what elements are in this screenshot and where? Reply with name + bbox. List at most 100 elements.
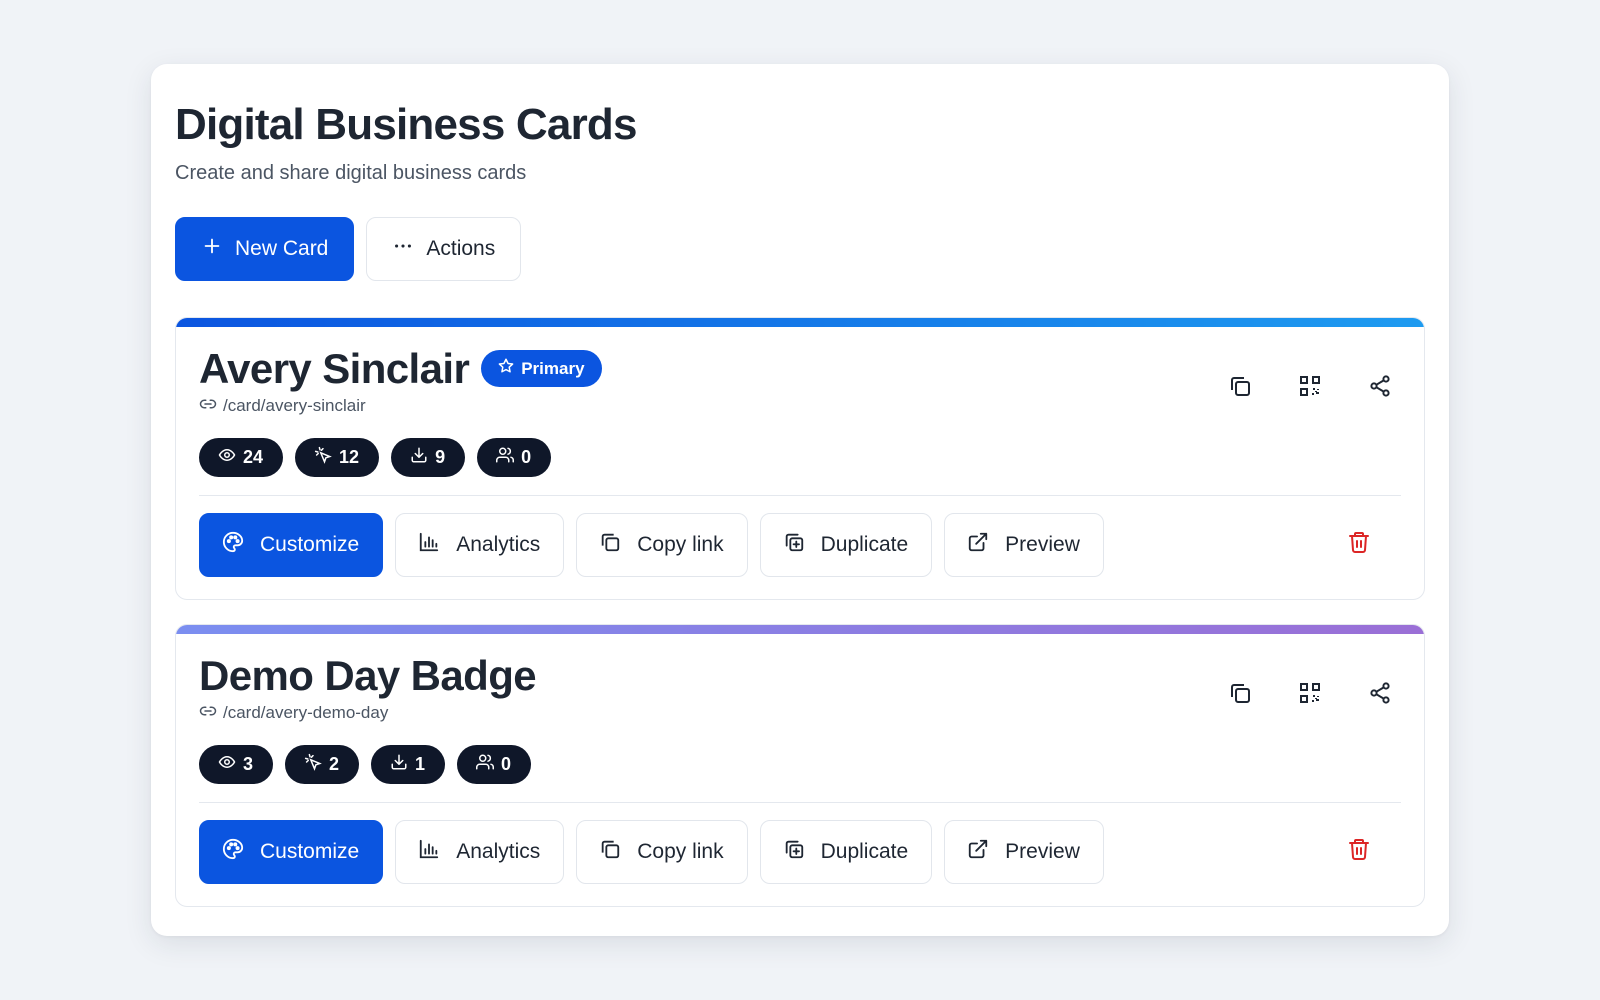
stat-clicks: 12 [295, 437, 380, 477]
users-icon [476, 753, 495, 776]
duplicate-label: Duplicate [820, 532, 909, 556]
share-icon [1368, 681, 1392, 710]
stat-clicks: 2 [285, 744, 360, 784]
customize-label: Customize [260, 532, 360, 556]
bar-chart-icon [418, 838, 440, 866]
qr-code-icon [1298, 374, 1322, 403]
click-icon [314, 446, 332, 469]
analytics-label: Analytics [456, 839, 541, 863]
eye-icon [218, 446, 236, 469]
copy-link-label: Copy link [637, 839, 724, 863]
more-horizontal-icon [392, 235, 414, 263]
copy-icon [1228, 681, 1252, 710]
primary-badge-label: Primary [521, 358, 585, 378]
stat-downloads-value: 1 [415, 753, 426, 774]
page-subtitle: Create and share digital business cards [175, 161, 527, 184]
share-icon [1368, 374, 1392, 403]
card-stats: 3 2 1 0 [199, 744, 1401, 784]
plus-icon [201, 235, 223, 263]
stat-contacts-value: 0 [521, 446, 532, 467]
external-link-icon [967, 838, 989, 866]
card-stats: 24 12 9 0 [199, 437, 1401, 477]
preview-button[interactable]: Preview [944, 819, 1104, 884]
card-actions: Customize Analytics Copy link Duplicate … [199, 819, 1401, 884]
star-icon [497, 357, 515, 380]
duplicate-icon [783, 838, 805, 866]
card-actions: Customize Analytics Copy link Duplicate … [199, 512, 1401, 577]
card-quick-actions [1222, 678, 1398, 714]
delete-button[interactable] [1339, 525, 1379, 565]
stat-clicks-value: 2 [329, 753, 340, 774]
stat-downloads: 1 [371, 744, 446, 784]
toolbar: New Card Actions [175, 216, 1425, 281]
copy-icon [599, 838, 621, 866]
bar-chart-icon [418, 531, 440, 559]
card-name: Avery Sinclair [199, 344, 470, 392]
duplicate-button[interactable]: Duplicate [759, 819, 933, 884]
stat-views-value: 24 [243, 446, 264, 467]
external-link-icon [967, 531, 989, 559]
copy-link-button[interactable]: Copy link [576, 512, 748, 577]
page-title: Digital Business Cards [175, 100, 637, 149]
trash-icon [1347, 530, 1371, 559]
card-url-text: /card/avery-demo-day [223, 703, 389, 723]
business-card-item: Demo Day Badge /card/avery-demo-day 3 2 … [175, 623, 1425, 907]
qr-code-icon [1298, 681, 1322, 710]
copy-icon [599, 531, 621, 559]
delete-button[interactable] [1339, 832, 1379, 872]
duplicate-label: Duplicate [820, 839, 909, 863]
customize-button[interactable]: Customize [199, 512, 384, 577]
palette-icon [222, 531, 244, 559]
analytics-button[interactable]: Analytics [395, 512, 565, 577]
qr-code-button[interactable] [1292, 371, 1328, 407]
card-name: Demo Day Badge [199, 651, 537, 699]
analytics-label: Analytics [456, 532, 541, 556]
preview-label: Preview [1005, 532, 1080, 556]
copy-icon [1228, 374, 1252, 403]
download-icon [390, 753, 408, 776]
preview-label: Preview [1005, 839, 1080, 863]
customize-label: Customize [260, 839, 360, 863]
share-button[interactable] [1362, 678, 1398, 714]
card-accent-bar [176, 317, 1424, 327]
stat-views: 24 [199, 437, 284, 477]
link-icon [199, 702, 217, 725]
trash-icon [1347, 837, 1371, 866]
stat-clicks-value: 12 [339, 446, 360, 467]
new-card-button[interactable]: New Card [175, 216, 355, 281]
download-icon [410, 446, 428, 469]
preview-button[interactable]: Preview [944, 512, 1104, 577]
duplicate-icon [783, 531, 805, 559]
card-url-text: /card/avery-sinclair [223, 396, 366, 416]
customize-button[interactable]: Customize [199, 819, 384, 884]
stat-downloads: 9 [391, 437, 466, 477]
duplicate-button[interactable]: Duplicate [759, 512, 933, 577]
stat-views-value: 3 [243, 753, 254, 774]
actions-label: Actions [426, 236, 496, 260]
share-button[interactable] [1362, 371, 1398, 407]
stat-contacts: 0 [457, 744, 532, 784]
card-url[interactable]: /card/avery-demo-day [199, 702, 1401, 725]
click-icon [304, 753, 322, 776]
copy-card-button[interactable] [1222, 678, 1258, 714]
primary-badge: Primary [481, 350, 602, 388]
copy-link-label: Copy link [637, 532, 724, 556]
link-icon [199, 395, 217, 418]
card-accent-bar [176, 624, 1424, 634]
main-panel: Digital Business Cards Create and share … [151, 64, 1449, 936]
card-quick-actions [1222, 371, 1398, 407]
stat-contacts: 0 [477, 437, 552, 477]
copy-card-button[interactable] [1222, 371, 1258, 407]
copy-link-button[interactable]: Copy link [576, 819, 748, 884]
analytics-button[interactable]: Analytics [395, 819, 565, 884]
stat-views: 3 [199, 744, 274, 784]
card-divider [199, 494, 1401, 496]
eye-icon [218, 753, 236, 776]
users-icon [496, 446, 515, 469]
stat-contacts-value: 0 [501, 753, 512, 774]
actions-button[interactable]: Actions [366, 216, 522, 281]
business-card-item: Avery Sinclair Primary /card/avery-sincl… [175, 316, 1425, 600]
card-url[interactable]: /card/avery-sinclair [199, 395, 1401, 418]
card-divider [199, 801, 1401, 803]
qr-code-button[interactable] [1292, 678, 1328, 714]
